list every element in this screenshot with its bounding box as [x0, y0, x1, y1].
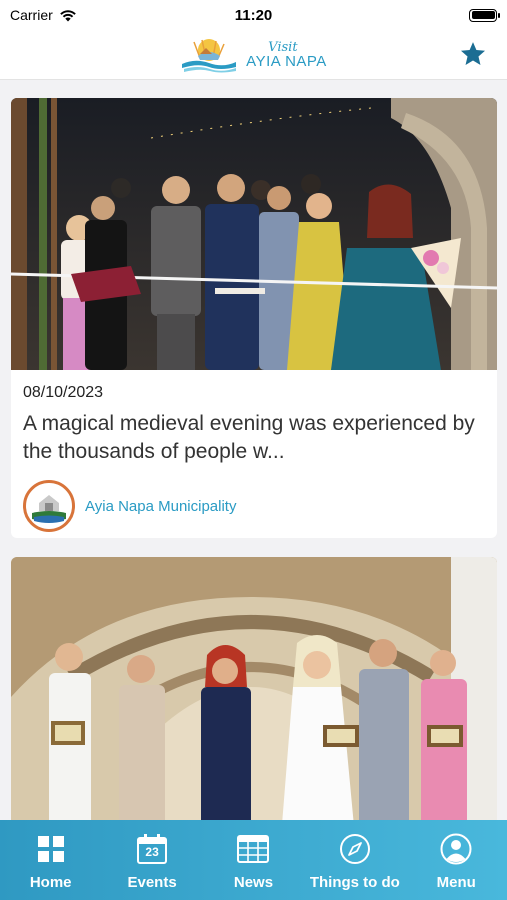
- tab-events-label: Events: [127, 874, 177, 891]
- news-card-photo: [11, 557, 497, 820]
- user-icon: [439, 832, 473, 866]
- tab-events[interactable]: 23 Events: [102, 832, 202, 891]
- news-feed[interactable]: 08/10/2023 A magical medieval evening wa…: [0, 80, 507, 820]
- news-icon: [236, 832, 270, 866]
- news-card[interactable]: 08/10/2023 A magical medieval evening wa…: [11, 98, 497, 538]
- wifi-icon: [59, 9, 76, 21]
- award-ceremony-photo: [11, 557, 497, 820]
- calendar-icon: 23: [135, 832, 169, 866]
- tab-news[interactable]: News: [203, 832, 303, 891]
- news-card-body: 08/10/2023 A magical medieval evening wa…: [11, 370, 497, 532]
- municipality-logo-icon: [23, 480, 75, 532]
- grid-icon: [34, 832, 68, 866]
- tab-home[interactable]: Home: [1, 832, 101, 891]
- tab-bar: Home 23 Events News Things to do Menu: [0, 820, 507, 900]
- favorites-button[interactable]: [457, 38, 489, 70]
- tab-menu[interactable]: Menu: [406, 832, 506, 891]
- battery-icon: [469, 8, 500, 22]
- ribbon-cutting-photo: [11, 98, 497, 370]
- app-header: Visit AYIA NAPA: [0, 30, 507, 80]
- calendar-icon-number: 23: [145, 845, 159, 859]
- logo-name-text: AYIA NAPA: [246, 52, 327, 70]
- news-title[interactable]: A magical medieval evening was experienc…: [23, 410, 485, 466]
- star-icon: [460, 42, 486, 65]
- news-source-name: Ayia Napa Municipality: [85, 497, 237, 515]
- news-date: 08/10/2023: [23, 384, 104, 401]
- carrier-label: Carrier: [10, 7, 53, 23]
- news-source[interactable]: Ayia Napa Municipality: [23, 480, 485, 532]
- tab-home-label: Home: [29, 874, 72, 891]
- tab-things-to-do[interactable]: Things to do: [305, 832, 405, 891]
- compass-icon: [338, 832, 372, 866]
- tab-menu-label: Menu: [436, 874, 476, 891]
- status-bar: Carrier 11:20: [0, 0, 507, 30]
- news-card[interactable]: [11, 557, 497, 820]
- visit-ayia-napa-logo: Visit AYIA NAPA: [180, 36, 327, 74]
- logo-visit-text: Visit: [268, 39, 298, 55]
- status-left: Carrier: [10, 7, 77, 23]
- tab-news-label: News: [233, 874, 274, 891]
- logo-mark-icon: [182, 38, 237, 72]
- logo-text: Visit AYIA NAPA: [246, 41, 327, 69]
- news-card-photo: [11, 98, 497, 370]
- tab-things-to-do-label: Things to do: [309, 874, 400, 891]
